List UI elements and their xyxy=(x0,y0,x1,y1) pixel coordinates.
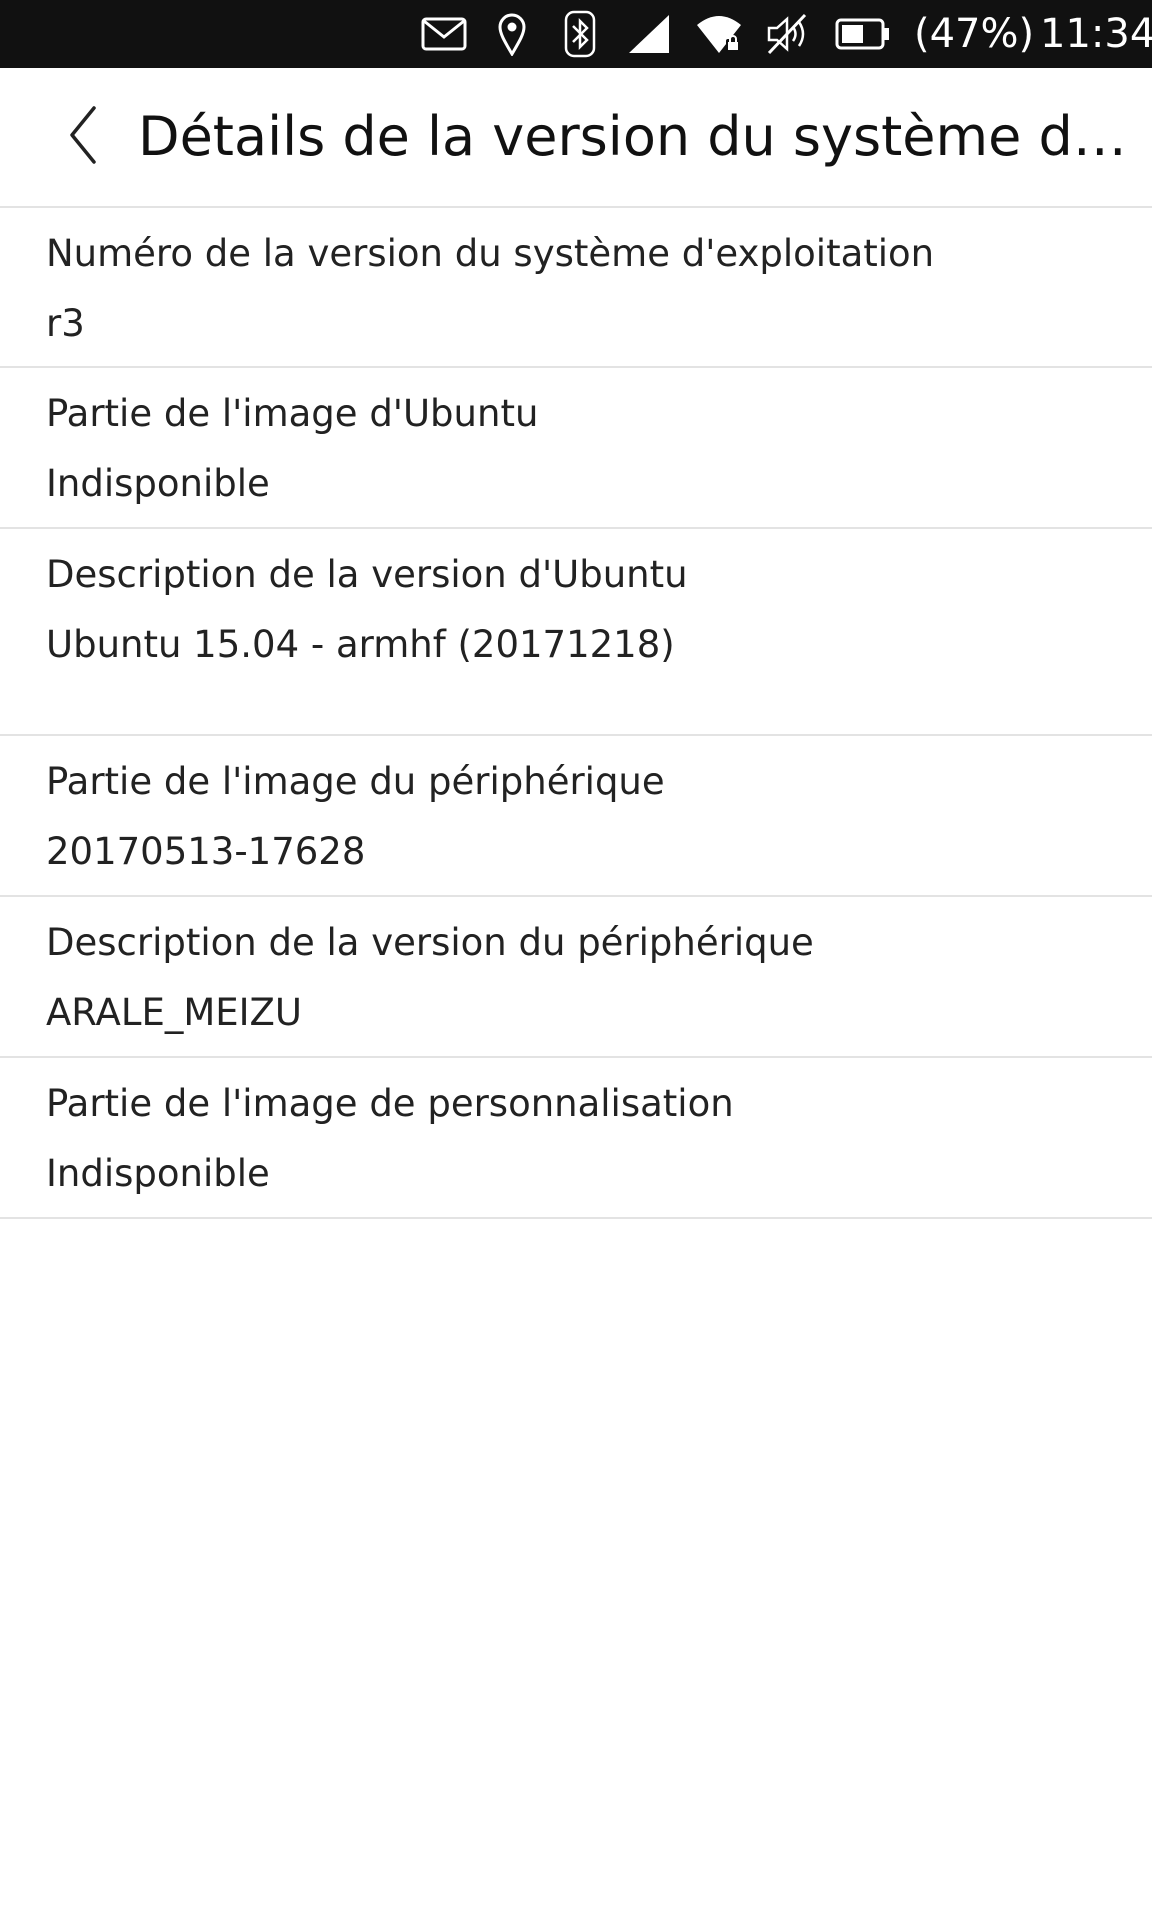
item-value: Indisponible xyxy=(46,1152,270,1195)
list-item-device-build-description: Description de la version du périphériqu… xyxy=(0,897,1152,1058)
item-value: Ubuntu 15.04 - armhf (20171218) xyxy=(46,623,675,666)
list-item-device-image-part: Partie de l'image du périphérique 201705… xyxy=(0,736,1152,897)
battery-percentage: (47%) xyxy=(914,11,1035,57)
item-label: Description de la version du périphériqu… xyxy=(46,921,814,964)
item-label: Numéro de la version du système d'exploi… xyxy=(46,232,935,275)
status-bar: (47%) 11:34 xyxy=(0,0,1152,68)
list-item-os-build-number: Numéro de la version du système d'exploi… xyxy=(0,208,1152,368)
version-details-list: Numéro de la version du système d'exploi… xyxy=(0,208,1152,1219)
location-icon xyxy=(494,10,530,58)
back-button[interactable] xyxy=(48,94,118,180)
item-label: Partie de l'image d'Ubuntu xyxy=(46,392,539,435)
mail-icon xyxy=(418,10,470,58)
item-value: ARALE_MEIZU xyxy=(46,991,302,1034)
bluetooth-icon xyxy=(560,10,600,58)
item-label: Partie de l'image du périphérique xyxy=(46,760,665,803)
list-item-ubuntu-image-part: Partie de l'image d'Ubuntu Indisponible xyxy=(0,368,1152,529)
volume-muted-icon xyxy=(764,10,812,58)
cellular-signal-icon xyxy=(626,10,672,58)
item-value: r3 xyxy=(46,302,85,345)
battery-icon xyxy=(834,10,892,58)
wifi-icon xyxy=(694,10,744,58)
clock: 11:34 xyxy=(1040,11,1152,57)
item-value: Indisponible xyxy=(46,462,270,505)
list-item-ubuntu-build-description: Description de la version d'Ubuntu Ubunt… xyxy=(0,529,1152,736)
item-label: Partie de l'image de personnalisation xyxy=(46,1082,734,1125)
chevron-left-icon xyxy=(66,104,100,170)
item-value: 20170513-17628 xyxy=(46,830,366,873)
list-item-customization-image-part: Partie de l'image de personnalisation In… xyxy=(0,1058,1152,1219)
page-title: Détails de la version du système d'explo… xyxy=(138,105,1128,168)
page-header: Détails de la version du système d'explo… xyxy=(0,68,1152,208)
item-label: Description de la version d'Ubuntu xyxy=(46,553,688,596)
